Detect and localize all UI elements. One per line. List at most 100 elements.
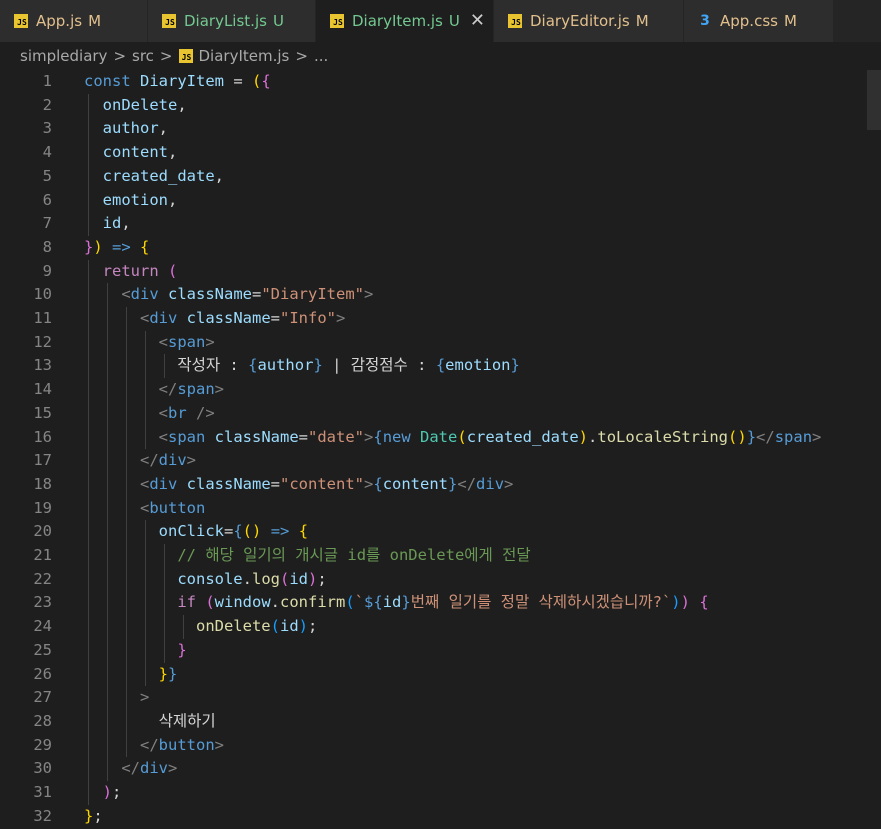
code-text: ); <box>84 781 122 805</box>
tab-diaryitem-js[interactable]: JS DiaryItem.js U ✕ <box>316 0 494 42</box>
code-token: ` <box>354 593 365 612</box>
code-line[interactable]: 10 <div className="DiaryItem"> <box>0 283 881 307</box>
code-token: </ <box>457 474 477 493</box>
code-token: author <box>257 356 314 375</box>
code-token: onClick <box>84 522 224 541</box>
editor-tab-bar: JS App.js M JS DiaryList.js U JS DiaryIt… <box>0 0 881 42</box>
code-text: if (window.confirm(`${id}번째 일기를 정말 삭제하시겠… <box>84 591 708 615</box>
code-line[interactable]: 19 <button <box>0 497 881 521</box>
tab-app-js[interactable]: JS App.js M <box>0 0 148 42</box>
code-token: } <box>448 474 458 493</box>
line-number: 30 <box>33 759 52 778</box>
code-text: <span> <box>84 331 215 355</box>
code-line[interactable]: 6 emotion, <box>0 189 881 213</box>
code-line[interactable]: 16 <span className="date">{new Date(crea… <box>0 426 881 450</box>
code-editor[interactable]: 1 const DiaryItem = ({2 onDelete, 3 author… <box>0 70 881 829</box>
code-text: id, <box>84 212 131 236</box>
code-line[interactable]: 1 const DiaryItem = ({ <box>0 70 881 94</box>
js-file-icon: JS <box>14 14 28 28</box>
breadcrumb-folder-simplediary[interactable]: simplediary <box>20 47 107 65</box>
close-icon[interactable]: ✕ <box>470 12 485 30</box>
code-line[interactable]: 26 }} <box>0 663 881 687</box>
code-token: . <box>588 427 598 446</box>
line-number: 25 <box>33 640 52 659</box>
code-line[interactable]: 27 > <box>0 686 881 710</box>
tab-app-css[interactable]: 3 App.css M <box>684 0 834 42</box>
code-line[interactable]: 14 </span> <box>0 378 881 402</box>
code-line[interactable]: 28 삭제하기 <box>0 710 881 734</box>
code-token: ( <box>345 593 355 612</box>
code-token: = <box>270 309 280 327</box>
code-line[interactable]: 13 작성자 : {author} | 감정점수 : {emotion} <box>0 354 881 378</box>
code-line[interactable]: 25 } <box>0 639 881 663</box>
code-line[interactable]: 17 </div> <box>0 449 881 473</box>
code-line[interactable]: 18 <div className="content">{content}</d… <box>0 473 881 497</box>
code-text: 작성자 : {author} | 감정점수 : {emotion} <box>84 354 520 378</box>
code-line[interactable]: 11 <div className="Info"> <box>0 307 881 331</box>
code-text: author, <box>84 117 168 141</box>
editor-scrollbar[interactable] <box>867 70 881 829</box>
code-token: => <box>270 522 290 541</box>
code-token: > <box>812 427 822 446</box>
code-line[interactable]: 15 <br /> <box>0 402 881 426</box>
code-line[interactable]: 5 created_date, <box>0 165 881 189</box>
code-token: </ <box>84 451 159 470</box>
code-line[interactable]: 8}) => { <box>0 236 881 260</box>
tab-diarylist-js[interactable]: JS DiaryList.js U <box>148 0 316 42</box>
breadcrumb-folder-src[interactable]: src <box>132 47 154 65</box>
chevron-right-icon: > <box>159 47 173 65</box>
line-number: 17 <box>33 451 52 470</box>
code-text: </span> <box>84 378 224 402</box>
code-token: => <box>112 237 131 256</box>
code-line[interactable]: 31 ); <box>0 781 881 805</box>
code-line[interactable]: 29 </button> <box>0 734 881 758</box>
code-token: onDelete <box>84 617 271 636</box>
line-number: 3 <box>42 119 52 138</box>
code-line[interactable]: 20 onClick={() => { <box>0 520 881 544</box>
code-text: }) => { <box>84 236 149 260</box>
code-token: { <box>373 474 383 493</box>
code-token: . <box>270 593 281 612</box>
line-number: 24 <box>33 617 52 636</box>
code-line[interactable]: 23 if (window.confirm(`${id}번째 일기를 정말 삭제… <box>0 591 881 615</box>
js-file-icon: JS <box>162 14 176 28</box>
code-token: button <box>158 735 215 754</box>
scroll-thumb[interactable] <box>867 70 881 130</box>
code-line[interactable]: 22 console.log(id); <box>0 568 881 592</box>
code-token: </ <box>84 735 159 754</box>
code-token: { <box>140 237 150 256</box>
code-line[interactable]: 7 id, <box>0 212 881 236</box>
code-text: </div> <box>84 449 196 473</box>
code-token: } <box>313 356 323 375</box>
code-line[interactable]: 3 author, <box>0 117 881 141</box>
code-line[interactable]: 12 <span> <box>0 331 881 355</box>
code-token: < <box>84 403 168 422</box>
code-token: "DiaryItem" <box>261 285 364 304</box>
code-token: () <box>728 427 747 446</box>
code-line[interactable]: 2 onDelete, <box>0 94 881 118</box>
code-token: id <box>382 593 402 612</box>
code-line[interactable]: 30 </div> <box>0 757 881 781</box>
code-line[interactable]: 9 return ( <box>0 260 881 284</box>
code-line[interactable]: 24 onDelete(id); <box>0 615 881 639</box>
breadcrumb-symbols[interactable]: ... <box>314 47 328 65</box>
code-token: ${ <box>364 593 383 612</box>
code-token: id <box>289 569 308 588</box>
code-token: div <box>140 759 168 778</box>
code-text: onDelete, <box>84 94 187 118</box>
code-text: created_date, <box>84 165 224 189</box>
code-line[interactable]: 32}; <box>0 805 881 829</box>
code-line[interactable]: 21 // 해당 일기의 개시글 id를 onDelete에게 전달 <box>0 544 881 568</box>
line-number: 9 <box>42 261 52 280</box>
breadcrumb-file[interactable]: DiaryItem.js <box>199 47 290 65</box>
code-line[interactable]: 4 content, <box>0 141 881 165</box>
code-text: console.log(id); <box>84 568 326 592</box>
line-number: 18 <box>33 474 52 493</box>
line-number: 19 <box>33 498 52 517</box>
code-text: <button <box>84 497 205 521</box>
code-token: ( <box>270 617 280 636</box>
tab-diaryeditor-js[interactable]: JS DiaryEditor.js M <box>494 0 684 42</box>
code-text: </div> <box>84 757 177 781</box>
